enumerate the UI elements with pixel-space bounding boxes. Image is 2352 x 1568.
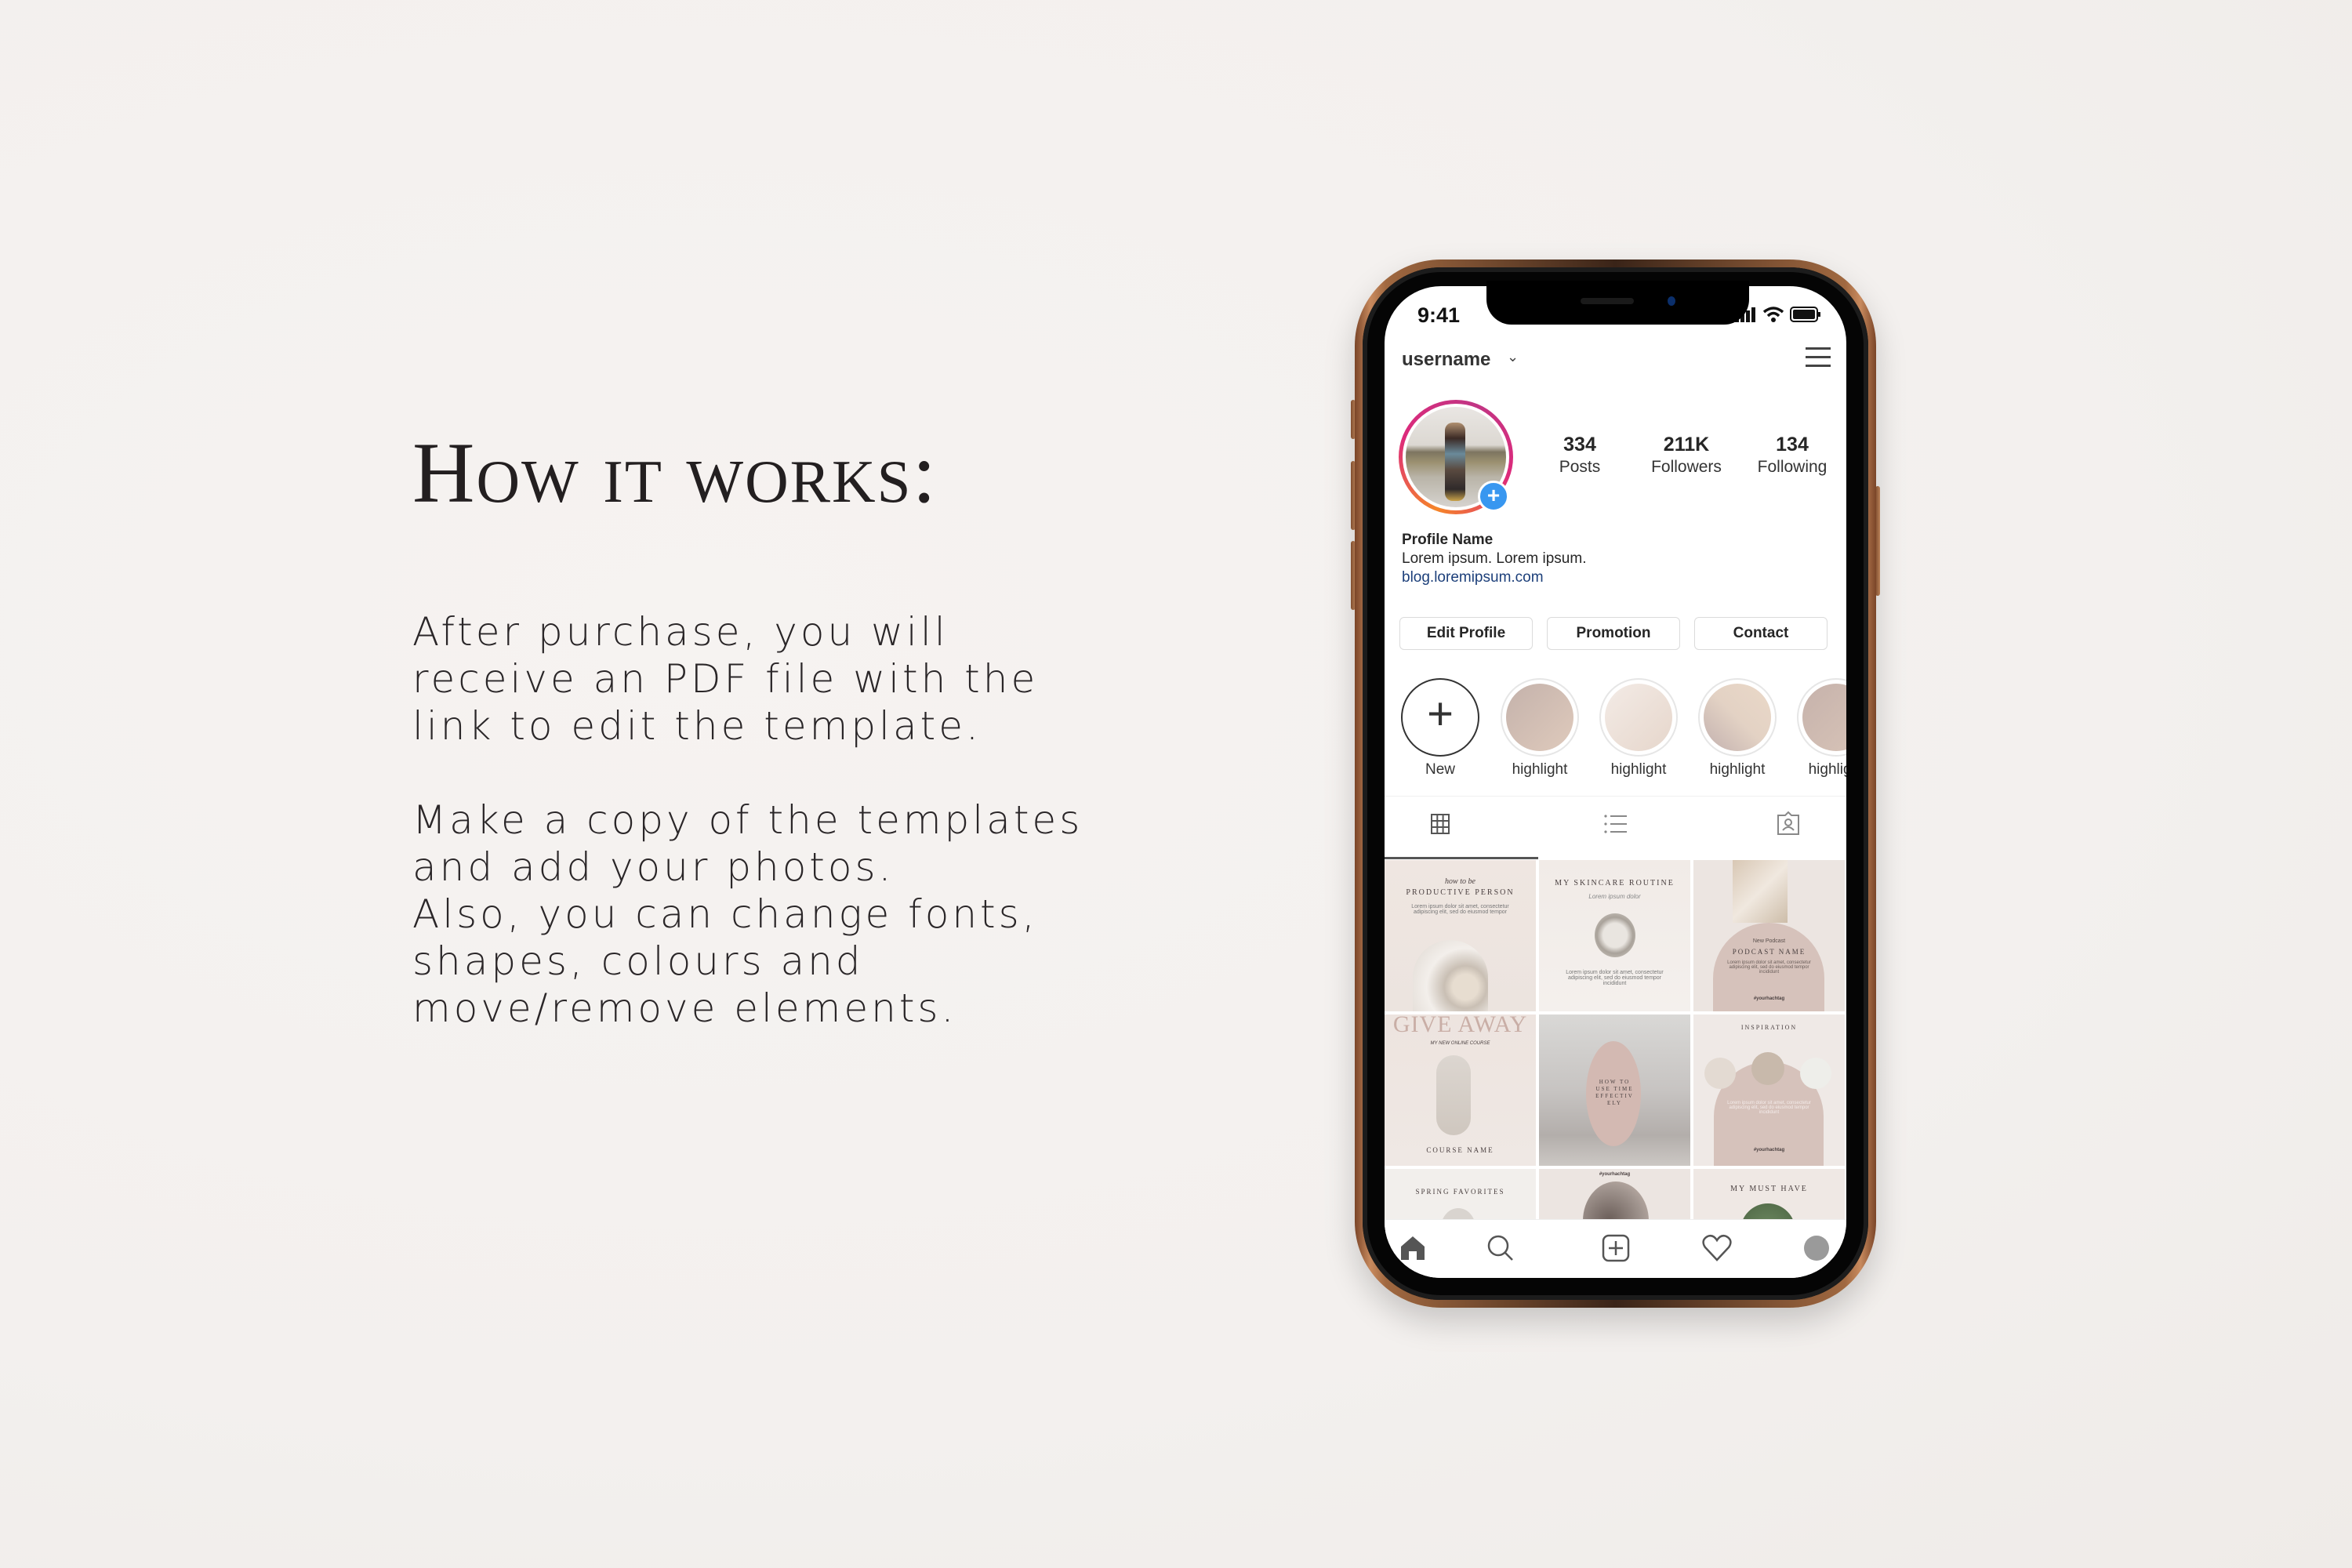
new-post-icon[interactable] bbox=[1602, 1234, 1630, 1262]
post-tile[interactable]: GIVE AWAY MY NEW ONLINE COURSE COURSE NA… bbox=[1385, 1014, 1536, 1166]
stat-label: Following bbox=[1757, 458, 1828, 476]
post-title: INSPIRATION bbox=[1740, 1024, 1798, 1031]
grid-icon[interactable] bbox=[1431, 814, 1450, 834]
text-line: After purchase, you will bbox=[412, 609, 949, 655]
profile-name: Profile Name bbox=[1402, 532, 1494, 548]
promotion-button[interactable]: Promotion bbox=[1547, 617, 1680, 650]
post-headline: GIVE AWAY bbox=[1392, 1014, 1528, 1037]
post-title: COURSE NAME bbox=[1426, 1146, 1494, 1154]
stat-following[interactable]: 134 Following bbox=[1733, 434, 1846, 477]
highlight-label: highlight bbox=[1610, 761, 1667, 778]
stat-value: 334 bbox=[1563, 434, 1596, 456]
post-body: Lorem ipsum dolor sit amet, consectetur … bbox=[1411, 904, 1509, 915]
post-tile[interactable]: New Podcast PODCAST NAME Lorem ipsum dol… bbox=[1693, 860, 1845, 1011]
plus-icon: + bbox=[1427, 688, 1454, 739]
list-icon[interactable] bbox=[1604, 814, 1628, 834]
highlight-item[interactable]: highlight bbox=[1698, 678, 1777, 779]
post-hashtag: #yourhachtag bbox=[1599, 1172, 1631, 1177]
post-image bbox=[1800, 1058, 1831, 1089]
instructions-paragraph-1: After purchase, you will receive an PDF … bbox=[412, 608, 1038, 750]
post-tile[interactable]: how to be PRODUCTIVE PERSON Lorem ipsum … bbox=[1385, 860, 1536, 1011]
stat-label: Posts bbox=[1559, 458, 1601, 476]
activity-heart-icon[interactable] bbox=[1702, 1234, 1732, 1262]
post-body: Lorem ipsum dolor sit amet, consectetur … bbox=[1727, 1101, 1811, 1115]
post-kicker: how to be bbox=[1445, 877, 1475, 886]
stat-value: 211K bbox=[1663, 434, 1710, 456]
tagged-icon[interactable] bbox=[1777, 811, 1800, 836]
phone-speaker bbox=[1581, 298, 1634, 304]
post-title: HOW TO USE TIME EFFECTIV ELY bbox=[1595, 1079, 1634, 1106]
profile-tabs bbox=[1385, 796, 1846, 859]
highlight-label: highlight bbox=[1808, 761, 1846, 778]
post-tile[interactable]: INSPIRATION Lorem ipsum dolor sit amet, … bbox=[1693, 1014, 1845, 1166]
add-story-icon[interactable]: + bbox=[1478, 481, 1509, 512]
post-kicker: New Podcast bbox=[1752, 938, 1786, 944]
highlight-item[interactable]: highlight bbox=[1599, 678, 1678, 779]
status-time: 9:41 bbox=[1417, 303, 1461, 327]
instructions-paragraph-2: Make a copy of the templates and add you… bbox=[412, 797, 1083, 1032]
highlight-label: highlight bbox=[1512, 761, 1568, 778]
bottom-navigation bbox=[1385, 1219, 1846, 1278]
post-body: Lorem ipsum dolor sit amet, consectetur … bbox=[1566, 970, 1664, 986]
phone-screen: 9:41 username ⌄ + 334 Posts 211K Followe… bbox=[1385, 286, 1846, 1278]
edit-profile-button[interactable]: Edit Profile bbox=[1399, 617, 1533, 650]
post-hashtag: #yourhachtag bbox=[1753, 996, 1785, 1001]
post-title: PODCAST NAME bbox=[1732, 948, 1806, 956]
posts-grid: how to be PRODUCTIVE PERSON Lorem ipsum … bbox=[1385, 860, 1846, 1278]
post-image bbox=[1595, 913, 1635, 957]
post-kicker: MY NEW ONLINE COURSE bbox=[1430, 1041, 1490, 1046]
text-line: shapes, colours and bbox=[412, 938, 864, 984]
highlight-item[interactable]: highlight bbox=[1501, 678, 1579, 779]
highlight-item[interactable]: highlight bbox=[1797, 678, 1846, 779]
post-title: MY MUST HAVE bbox=[1730, 1185, 1808, 1193]
page-heading: How it works: bbox=[412, 425, 938, 521]
post-title: SPRING FAVORITES bbox=[1415, 1188, 1505, 1196]
stat-label: Followers bbox=[1651, 458, 1722, 476]
text-line: link to edit the template. bbox=[412, 703, 982, 749]
text-line: Make a copy of the templates bbox=[412, 797, 1083, 843]
post-kicker: Lorem ipsum dolor bbox=[1588, 893, 1641, 900]
home-icon[interactable] bbox=[1399, 1234, 1427, 1262]
post-hashtag: #yourhachtag bbox=[1753, 1148, 1785, 1152]
post-tile[interactable]: MY SKINCARE ROUTINE Lorem ipsum dolor Lo… bbox=[1539, 860, 1690, 1011]
post-image bbox=[1751, 1052, 1784, 1085]
username[interactable]: username bbox=[1402, 349, 1490, 371]
battery-icon bbox=[1790, 307, 1820, 322]
profile-icon[interactable] bbox=[1804, 1236, 1829, 1261]
phone-camera bbox=[1668, 296, 1675, 306]
post-image bbox=[1733, 860, 1788, 923]
contact-button[interactable]: Contact bbox=[1694, 617, 1828, 650]
text-line: Also, you can change fonts, bbox=[412, 891, 1038, 937]
highlight-label: New bbox=[1425, 761, 1455, 778]
stat-value: 134 bbox=[1776, 434, 1809, 456]
active-tab-indicator bbox=[1385, 857, 1538, 859]
post-title: MY SKINCARE ROUTINE bbox=[1555, 879, 1675, 887]
post-tile[interactable]: HOW TO USE TIME EFFECTIV ELY bbox=[1539, 1014, 1690, 1166]
stat-posts[interactable]: 334 Posts bbox=[1521, 434, 1639, 477]
post-image bbox=[1704, 1058, 1736, 1089]
highlight-new[interactable]: + New bbox=[1401, 678, 1479, 779]
stat-followers[interactable]: 211K Followers bbox=[1628, 434, 1745, 477]
post-image bbox=[1413, 940, 1488, 1011]
post-image bbox=[1436, 1055, 1471, 1135]
hamburger-menu-icon[interactable] bbox=[1806, 347, 1831, 373]
chevron-down-icon[interactable]: ⌄ bbox=[1507, 349, 1519, 365]
status-icons bbox=[1735, 307, 1821, 322]
text-line: and add your photos. bbox=[412, 844, 895, 890]
bio-text: Lorem ipsum. Lorem ipsum. bbox=[1402, 550, 1587, 567]
search-icon[interactable] bbox=[1486, 1234, 1515, 1262]
post-body: Lorem ipsum dolor sit amet, consectetur … bbox=[1727, 960, 1811, 975]
text-line: receive an PDF file with the bbox=[412, 656, 1039, 702]
post-title: PRODUCTIVE PERSON bbox=[1406, 888, 1515, 897]
profile-bio: Profile Name Lorem ipsum. Lorem ipsum. b… bbox=[1402, 531, 1586, 587]
highlight-label: highlight bbox=[1709, 761, 1766, 778]
bio-link[interactable]: blog.loremipsum.com bbox=[1402, 568, 1586, 587]
wifi-icon bbox=[1763, 307, 1784, 322]
text-line: move/remove elements. bbox=[412, 985, 957, 1031]
